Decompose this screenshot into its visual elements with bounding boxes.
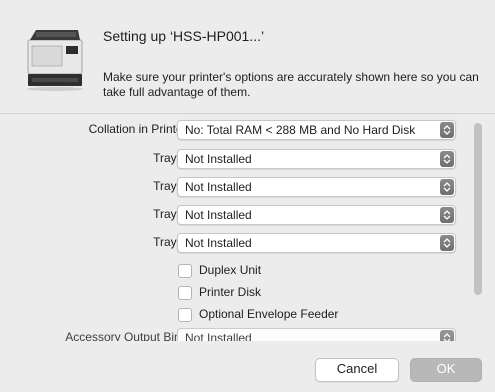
tray-6-popup[interactable]: Not Installed xyxy=(177,233,456,253)
accessory-output-value: Not Installed xyxy=(185,331,252,341)
options-scrollbar[interactable] xyxy=(474,120,482,338)
tray-4-popup[interactable]: Not Installed xyxy=(177,177,456,197)
chevron-up-down-icon xyxy=(440,179,454,195)
scrollbar-thumb[interactable] xyxy=(474,123,482,295)
chevron-up-down-icon xyxy=(440,122,454,138)
envelope-feeder-checkbox-row[interactable]: Optional Envelope Feeder xyxy=(178,307,438,323)
printer-icon xyxy=(22,22,88,92)
chevron-up-down-icon xyxy=(440,235,454,251)
duplex-unit-checkbox-row[interactable]: Duplex Unit xyxy=(178,263,438,279)
chevron-up-down-icon xyxy=(440,151,454,167)
options-panel: Collation in Printer: No: Total RAM < 28… xyxy=(20,115,462,341)
envelope-feeder-label: Optional Envelope Feeder xyxy=(199,307,339,321)
duplex-unit-checkbox[interactable] xyxy=(178,264,192,278)
collation-popup[interactable]: No: Total RAM < 288 MB and No Hard Disk xyxy=(177,120,456,140)
option-row-tray-6: Tray 6: Not Installed xyxy=(20,233,460,253)
printer-disk-checkbox-row[interactable]: Printer Disk xyxy=(178,285,438,301)
collation-value: No: Total RAM < 288 MB and No Hard Disk xyxy=(185,123,416,137)
tray-6-value: Not Installed xyxy=(185,236,252,250)
option-row-tray-4: Tray 4: Not Installed xyxy=(20,177,460,197)
option-row-tray-5: Tray 5: Not Installed xyxy=(20,205,460,225)
cancel-button[interactable]: Cancel xyxy=(315,358,399,382)
header-divider xyxy=(0,113,495,114)
tray-4-value: Not Installed xyxy=(185,180,252,194)
chevron-up-down-icon xyxy=(440,330,454,341)
tray-5-value: Not Installed xyxy=(185,208,252,222)
chevron-up-down-icon xyxy=(440,207,454,223)
duplex-unit-label: Duplex Unit xyxy=(199,263,262,277)
printer-options-dialog: Setting up ‘HSS-HP001...’ Make sure your… xyxy=(0,0,495,392)
option-row-tray-3: Tray 3: Not Installed xyxy=(20,149,460,169)
tray-3-popup[interactable]: Not Installed xyxy=(177,149,456,169)
collation-label: Collation in Printer: xyxy=(88,122,190,136)
accessory-output-popup[interactable]: Not Installed xyxy=(177,328,456,341)
tray-3-value: Not Installed xyxy=(185,152,252,166)
option-row-collation: Collation in Printer: No: Total RAM < 28… xyxy=(20,120,460,140)
ok-button[interactable]: OK xyxy=(410,358,482,382)
accessory-output-label: Accessory Output Bins: xyxy=(65,330,190,341)
printer-disk-checkbox[interactable] xyxy=(178,286,192,300)
envelope-feeder-checkbox[interactable] xyxy=(178,308,192,322)
tray-5-popup[interactable]: Not Installed xyxy=(177,205,456,225)
dialog-title: Setting up ‘HSS-HP001...’ xyxy=(103,28,265,44)
dialog-subtitle: Make sure your printer's options are acc… xyxy=(103,70,479,99)
option-row-accessory-output: Accessory Output Bins: Not Installed xyxy=(20,328,460,341)
printer-disk-label: Printer Disk xyxy=(199,285,262,299)
